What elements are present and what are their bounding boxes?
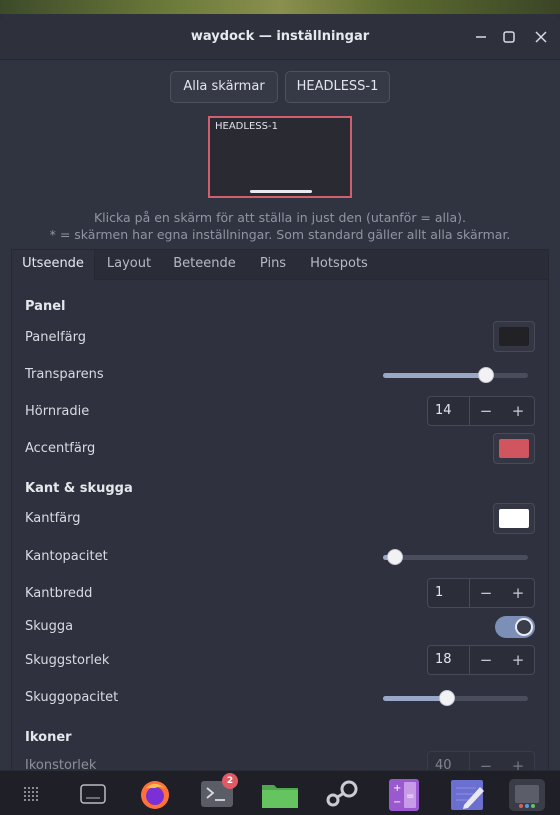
- steam-icon[interactable]: [323, 779, 358, 809]
- icon-size-label: Ikonstorlek: [25, 758, 97, 770]
- maximize-icon[interactable]: [498, 26, 520, 48]
- tab-utseende[interactable]: Utseende: [12, 250, 95, 280]
- icon-size-decrement-button[interactable]: −: [470, 752, 502, 770]
- corner-radius-increment-button[interactable]: +: [502, 397, 534, 425]
- tab-beteende[interactable]: Beteende: [167, 250, 242, 280]
- tab-hotspots[interactable]: Hotspots: [304, 250, 374, 280]
- section-panel: Panel: [25, 299, 66, 314]
- border-width-spinner: 1 − +: [427, 578, 535, 608]
- transparency-label: Transparens: [25, 367, 104, 382]
- accent-color-label: Accentfärg: [25, 441, 96, 456]
- border-opacity-label: Kantopacitet: [25, 549, 108, 564]
- border-width-decrement-button[interactable]: −: [470, 579, 502, 607]
- shadow-size-spinner: 18 − +: [427, 645, 535, 675]
- tab-layout[interactable]: Layout: [98, 250, 160, 280]
- icon-size-value[interactable]: 40: [435, 758, 452, 770]
- all-screens-button[interactable]: Alla skärmar: [170, 71, 278, 103]
- files-icon[interactable]: [261, 779, 298, 809]
- corner-radius-label: Hörnradie: [25, 404, 90, 419]
- hint-line-1: Klicka på en skärm för att ställa in jus…: [93, 210, 466, 225]
- corner-radius-decrement-button[interactable]: −: [470, 397, 502, 425]
- headless-screen-button[interactable]: HEADLESS-1: [285, 71, 390, 103]
- screen-preview[interactable]: HEADLESS-1: [208, 116, 352, 198]
- border-color-label: Kantfärg: [25, 511, 81, 526]
- svg-text:=: =: [406, 791, 414, 802]
- settings-window: waydock — inställningar Alla skärmar HEA…: [0, 14, 560, 770]
- hint-line-2: * = skärmen har egna inställningar. Som …: [49, 227, 511, 242]
- corner-radius-value[interactable]: 14: [435, 403, 452, 418]
- border-width-increment-button[interactable]: +: [502, 579, 534, 607]
- calculator-icon[interactable]: + − =: [387, 779, 421, 811]
- icon-size-spinner: 40 − +: [427, 751, 535, 770]
- terminal-icon[interactable]: 2: [200, 773, 238, 809]
- accent-color-button[interactable]: [493, 433, 535, 464]
- tab-bar: Utseende Layout Beteende Pins Hotspots: [12, 250, 548, 280]
- close-icon[interactable]: [530, 26, 552, 48]
- terminal-notification-badge: 2: [222, 773, 238, 789]
- panel-color-label: Panelfärg: [25, 330, 86, 345]
- titlebar[interactable]: waydock — inställningar: [0, 14, 560, 60]
- transparency-slider-fill: [383, 373, 486, 378]
- border-color-swatch: [499, 509, 529, 528]
- section-border-shadow: Kant & skugga: [25, 481, 133, 496]
- border-width-label: Kantbredd: [25, 586, 93, 601]
- shadow-opacity-slider-fill: [383, 696, 447, 701]
- screen-preview-dock-bar: [250, 190, 312, 193]
- svg-text:+: +: [393, 783, 401, 794]
- transparency-slider-handle[interactable]: [477, 367, 494, 383]
- shadow-label: Skugga: [25, 619, 74, 634]
- icon-size-increment-button[interactable]: +: [502, 752, 534, 770]
- shadow-toggle[interactable]: [495, 616, 535, 638]
- dock: 2 + − =: [0, 770, 560, 815]
- border-opacity-slider[interactable]: [383, 549, 528, 565]
- shadow-opacity-slider-handle[interactable]: [438, 690, 455, 706]
- panel-color-swatch: [499, 327, 529, 346]
- tab-pins[interactable]: Pins: [249, 250, 297, 280]
- svg-text:−: −: [393, 797, 401, 808]
- panel-color-button[interactable]: [493, 321, 535, 352]
- firefox-icon[interactable]: [138, 779, 172, 809]
- corner-radius-spinner: 14 − +: [427, 396, 535, 426]
- text-editor-icon[interactable]: [450, 779, 484, 810]
- transparency-slider[interactable]: [383, 367, 528, 383]
- shadow-opacity-slider[interactable]: [383, 690, 528, 706]
- settings-panel: Utseende Layout Beteende Pins Hotspots P…: [11, 249, 549, 770]
- minimize-icon[interactable]: [470, 26, 492, 48]
- section-icons: Ikoner: [25, 730, 72, 745]
- screen-selector: Alla skärmar HEADLESS-1: [0, 71, 560, 103]
- shadow-size-increment-button[interactable]: +: [502, 646, 534, 674]
- app-grid-icon[interactable]: [16, 779, 50, 809]
- screen-preview-label: HEADLESS-1: [215, 121, 278, 132]
- accent-color-swatch: [499, 439, 529, 458]
- shadow-opacity-label: Skuggopacitet: [25, 690, 119, 705]
- shadow-size-value[interactable]: 18: [435, 652, 452, 667]
- shadow-toggle-knob: [515, 618, 533, 636]
- border-opacity-slider-handle[interactable]: [386, 549, 403, 565]
- desktop-wallpaper: [0, 0, 560, 14]
- border-width-value[interactable]: 1: [435, 585, 443, 600]
- shadow-size-decrement-button[interactable]: −: [470, 646, 502, 674]
- settings-app-icon[interactable]: [509, 779, 545, 811]
- shadow-size-label: Skuggstorlek: [25, 653, 110, 668]
- border-color-button[interactable]: [493, 503, 535, 534]
- keyboard-icon[interactable]: [76, 779, 110, 809]
